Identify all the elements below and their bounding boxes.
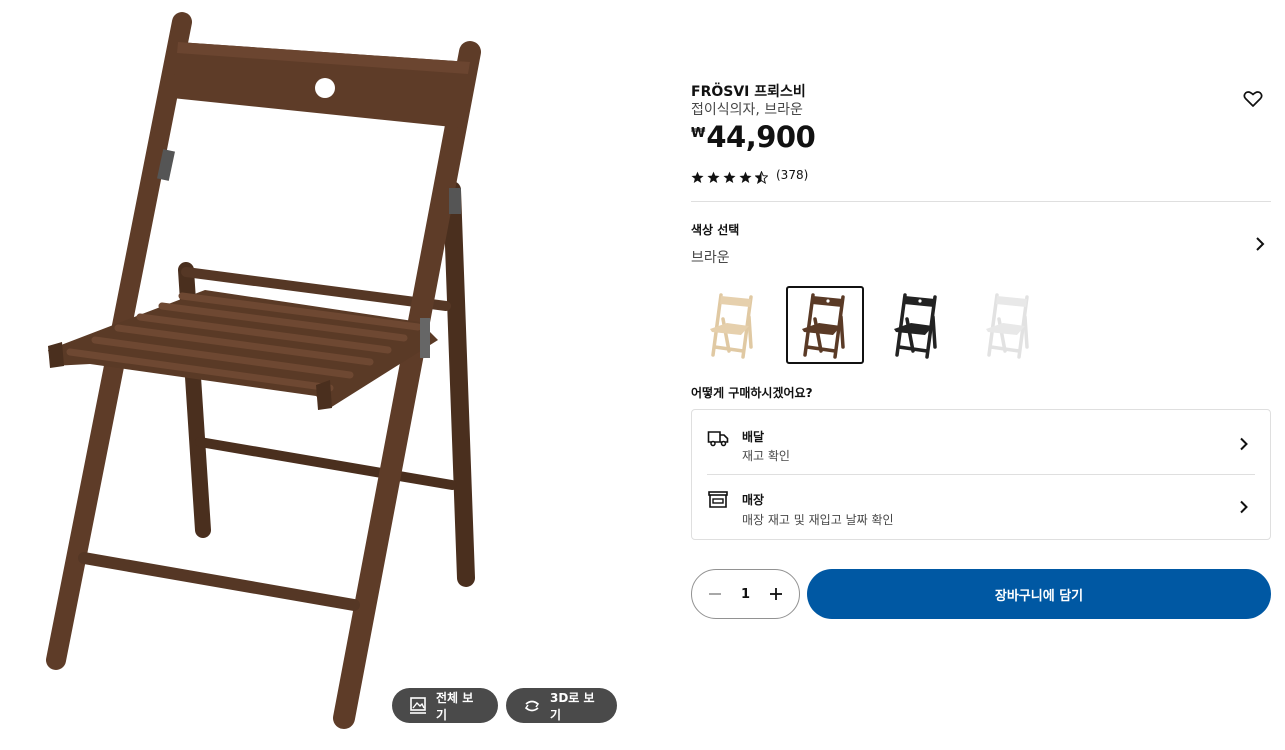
swatch-birch[interactable] xyxy=(694,286,772,364)
delivery-title: 배달 xyxy=(742,430,765,444)
star-full-icon xyxy=(723,169,736,183)
favorite-heart-icon[interactable] xyxy=(1242,88,1264,110)
star-half-icon xyxy=(754,169,769,184)
review-count: (378) xyxy=(776,168,809,182)
increase-quantity-button[interactable] xyxy=(765,583,787,605)
star-full-icon xyxy=(691,169,704,183)
rotate-3d-icon xyxy=(522,696,542,716)
star-full-icon xyxy=(707,169,720,183)
store-icon xyxy=(707,489,729,511)
star-full-icon xyxy=(739,169,752,183)
delivery-option[interactable]: 배달 재고 확인 xyxy=(692,410,1270,474)
store-title: 매장 xyxy=(742,493,765,507)
selected-color-value: 브라운 xyxy=(691,250,730,266)
chevron-right-icon xyxy=(1237,499,1251,515)
delivery-subtitle: 재고 확인 xyxy=(742,449,790,463)
product-gallery: 전체 보기 3D로 보기 xyxy=(0,0,640,750)
gallery-icon xyxy=(408,696,428,716)
product-description: 접이식의자, 브라운 xyxy=(691,102,803,118)
product-price: ₩ 44,900 xyxy=(691,120,816,154)
view-3d-label: 3D로 보기 xyxy=(550,690,595,722)
view-3d-button[interactable]: 3D로 보기 xyxy=(506,688,617,723)
chevron-right-icon xyxy=(1237,436,1251,452)
swatch-white[interactable] xyxy=(970,286,1048,364)
view-all-button[interactable]: 전체 보기 xyxy=(392,688,498,723)
quantity-value[interactable]: 1 xyxy=(734,587,758,602)
product-name: FRÖSVI 프뢰스비 xyxy=(691,84,806,100)
view-all-label: 전체 보기 xyxy=(436,690,474,722)
purchase-options: 배달 재고 확인 매장 매장 재고 및 재입고 날짜 확인 xyxy=(691,409,1271,540)
price-amount: 44,900 xyxy=(706,120,816,154)
quantity-stepper: 1 xyxy=(691,569,800,619)
purchase-heading: 어떻게 구매하시겠어요? xyxy=(691,386,813,400)
add-to-cart-button[interactable]: 장바구니에 담기 xyxy=(807,569,1271,619)
decrease-quantity-button[interactable] xyxy=(704,583,726,605)
store-subtitle: 매장 재고 및 재입고 날짜 확인 xyxy=(742,513,894,527)
chevron-right-icon[interactable] xyxy=(1252,235,1268,253)
product-image-chair[interactable] xyxy=(0,0,640,750)
plus-icon xyxy=(770,588,782,600)
price-currency: ₩ xyxy=(691,126,706,141)
rating-stars xyxy=(691,169,769,184)
truck-icon xyxy=(707,427,729,449)
product-rating[interactable]: (378) xyxy=(691,168,809,184)
store-option[interactable]: 매장 매장 재고 및 재입고 날짜 확인 xyxy=(692,475,1270,539)
color-section-label: 색상 선택 xyxy=(691,223,740,237)
color-swatches xyxy=(694,286,1048,364)
swatch-brown[interactable] xyxy=(786,286,864,364)
section-divider xyxy=(691,201,1271,202)
minus-icon xyxy=(709,593,721,595)
swatch-black[interactable] xyxy=(878,286,956,364)
